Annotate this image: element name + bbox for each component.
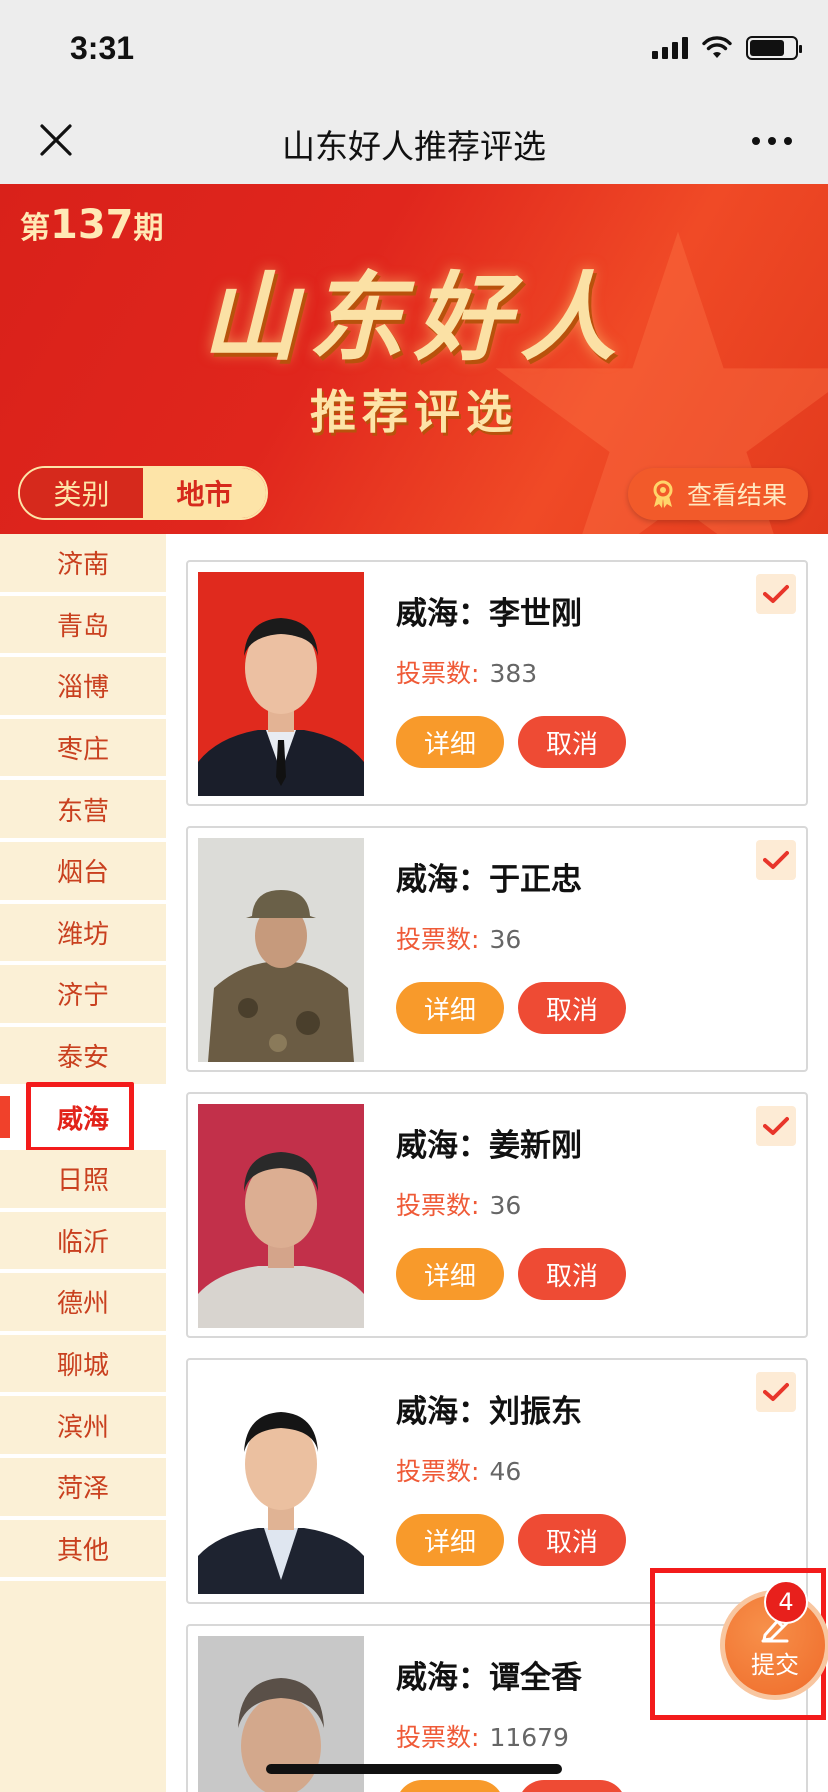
sidebar-item-other[interactable]: 其他 bbox=[0, 1519, 166, 1582]
candidate-card: 威海：李世刚 投票数: 383 详细 取消 bbox=[186, 560, 808, 806]
sidebar-item-zibo[interactable]: 淄博 bbox=[0, 657, 166, 719]
detail-button[interactable]: 详细 bbox=[396, 1780, 504, 1792]
vote-count: 投票数: 36 bbox=[396, 1186, 521, 1222]
sidebar-item-jining[interactable]: 济宁 bbox=[0, 965, 166, 1027]
submit-label: 提交 bbox=[751, 1650, 799, 1679]
sidebar-item-weifang[interactable]: 潍坊 bbox=[0, 903, 166, 966]
sidebar-item-dezhou[interactable]: 德州 bbox=[0, 1273, 166, 1335]
cancel-button[interactable]: 取消 bbox=[518, 716, 626, 768]
sidebar-item-linyi[interactable]: 临沂 bbox=[0, 1211, 166, 1274]
checkmark-icon[interactable] bbox=[756, 840, 796, 880]
detail-button[interactable]: 详细 bbox=[396, 1514, 504, 1566]
battery-icon bbox=[746, 36, 802, 60]
candidate-name: 威海：于正忠 bbox=[396, 862, 582, 898]
candidate-photo bbox=[198, 838, 364, 1062]
category-city-toggle: 类别 地市 bbox=[18, 466, 268, 520]
city-sidebar: 济南 青岛 淄博 枣庄 东营 烟台 潍坊 济宁 泰安 威海 日照 临沂 德州 聊… bbox=[0, 534, 166, 1792]
vote-label: 投票数: bbox=[396, 925, 480, 954]
status-bar: 3:31 bbox=[0, 0, 828, 100]
award-icon bbox=[653, 480, 673, 508]
sidebar-item-rizhao[interactable]: 日照 bbox=[0, 1149, 166, 1212]
sidebar-item-zaozhuang[interactable]: 枣庄 bbox=[0, 718, 166, 781]
vote-label: 投票数: bbox=[396, 659, 480, 688]
checkmark-icon[interactable] bbox=[756, 574, 796, 614]
candidate-card: 威海：姜新刚 投票数: 36 详细 取消 bbox=[186, 1092, 808, 1338]
cellular-signal-icon bbox=[652, 37, 688, 59]
vote-label: 投票数: bbox=[396, 1457, 480, 1486]
view-results-label: 查看结果 bbox=[686, 481, 787, 510]
sidebar-item-jinan[interactable]: 济南 bbox=[0, 534, 166, 596]
vote-label: 投票数: bbox=[396, 1191, 480, 1220]
status-icons bbox=[652, 36, 802, 60]
cancel-button[interactable]: 取消 bbox=[518, 1514, 626, 1566]
candidate-name: 威海：刘振东 bbox=[396, 1394, 582, 1430]
candidate-name: 威海：谭全香 bbox=[396, 1660, 582, 1696]
banner: 第137期 山东好人 推荐评选 类别 地市 查看结果 bbox=[0, 184, 828, 534]
status-time: 3:31 bbox=[70, 30, 135, 66]
cancel-button[interactable]: 取消 bbox=[518, 1248, 626, 1300]
banner-subtitle: 推荐评选 bbox=[310, 385, 518, 439]
candidate-name: 威海：李世刚 bbox=[396, 596, 582, 632]
nav-bar: 山东好人推荐评选 bbox=[0, 100, 828, 184]
vote-label: 投票数: bbox=[396, 1723, 480, 1752]
candidate-photo bbox=[198, 1104, 364, 1328]
detail-button[interactable]: 详细 bbox=[396, 716, 504, 768]
candidate-photo bbox=[198, 1370, 364, 1594]
cancel-button[interactable]: 取消 bbox=[518, 1780, 626, 1792]
banner-headline: 山东好人 bbox=[202, 261, 626, 374]
vote-count: 投票数: 36 bbox=[396, 920, 521, 956]
sidebar-item-taian[interactable]: 泰安 bbox=[0, 1026, 166, 1089]
detail-button[interactable]: 详细 bbox=[396, 982, 504, 1034]
vote-count: 投票数: 11679 bbox=[396, 1718, 569, 1754]
sidebar-item-heze[interactable]: 菏泽 bbox=[0, 1457, 166, 1520]
more-icon[interactable] bbox=[750, 126, 794, 156]
home-indicator bbox=[266, 1764, 562, 1774]
candidate-name: 威海：姜新刚 bbox=[396, 1128, 582, 1164]
sidebar-item-qingdao[interactable]: 青岛 bbox=[0, 595, 166, 658]
sidebar-item-yantai[interactable]: 烟台 bbox=[0, 841, 166, 904]
vote-number: 36 bbox=[489, 1191, 522, 1220]
sidebar-item-liaocheng[interactable]: 聊城 bbox=[0, 1334, 166, 1397]
tab-city[interactable]: 地市 bbox=[143, 468, 266, 518]
cancel-button[interactable]: 取消 bbox=[518, 982, 626, 1034]
vote-number: 11679 bbox=[489, 1723, 569, 1752]
candidate-photo bbox=[198, 572, 364, 796]
checkmark-icon[interactable] bbox=[756, 1106, 796, 1146]
vote-count: 投票数: 383 bbox=[396, 654, 537, 690]
vote-number: 36 bbox=[489, 925, 522, 954]
vote-count: 投票数: 46 bbox=[396, 1452, 521, 1488]
checkmark-icon[interactable] bbox=[756, 1372, 796, 1412]
selection-count-badge: 4 bbox=[764, 1580, 808, 1624]
view-results-button[interactable]: 查看结果 bbox=[628, 468, 808, 520]
candidate-card: 威海：于正忠 投票数: 36 详细 取消 bbox=[186, 826, 808, 1072]
detail-button[interactable]: 详细 bbox=[396, 1248, 504, 1300]
wifi-icon bbox=[702, 36, 732, 58]
sidebar-item-binzhou[interactable]: 滨州 bbox=[0, 1396, 166, 1458]
sidebar-item-dongying[interactable]: 东营 bbox=[0, 780, 166, 842]
tab-category[interactable]: 类别 bbox=[20, 468, 143, 518]
vote-number: 46 bbox=[489, 1457, 522, 1486]
vote-number: 383 bbox=[489, 659, 538, 688]
sidebar-item-weihai[interactable]: 威海 bbox=[0, 1082, 166, 1153]
highlight-box bbox=[26, 1082, 134, 1153]
page-title: 山东好人推荐评选 bbox=[282, 127, 546, 166]
